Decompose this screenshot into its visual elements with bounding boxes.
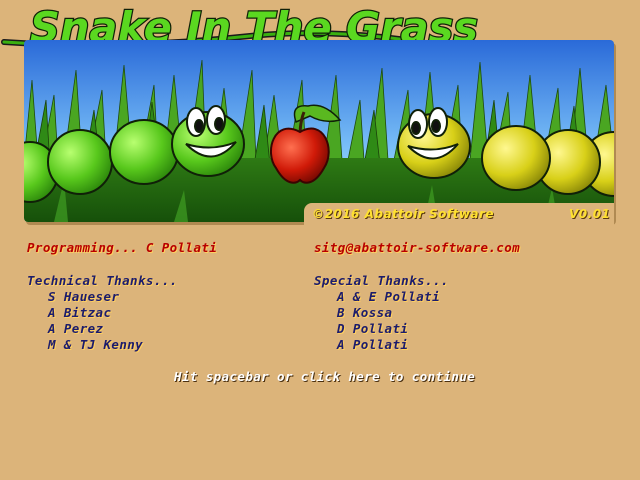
version-text: V0.01 [569,207,611,221]
copyright-text: ©2016 Abattoir Software [312,207,495,221]
contact-email: sitg@abattoir-software.com [314,240,521,255]
title-banner [24,40,614,222]
special-name: A Pollati [337,337,409,352]
special-name: B Kossa [337,305,393,320]
special-name: A & E Pollati [337,289,441,304]
technical-name: S Haueser [48,289,120,304]
technical-thanks-title: Technical Thanks... [27,273,178,288]
special-thanks-title: Special Thanks... [314,273,449,288]
programming-credit: Programming... C Pollati [27,240,218,255]
special-name: D Pollati [337,321,409,336]
continue-button[interactable]: Hit spacebar or click here to continue [174,369,475,384]
technical-name: A Perez [48,321,104,336]
technical-name: M & TJ Kenny [48,337,144,352]
technical-name: A Bitzac [48,305,112,320]
